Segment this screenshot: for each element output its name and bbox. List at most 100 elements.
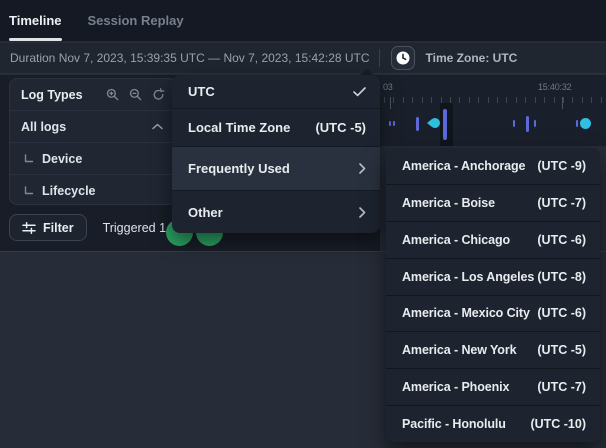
submenu-item-offset: (UTC -5) — [537, 343, 586, 357]
ruler-tick — [554, 97, 555, 103]
menu-item-label: UTC — [188, 84, 353, 99]
ruler-tick — [412, 97, 413, 103]
ruler-major-tick — [562, 97, 563, 109]
ruler-major-tick — [390, 97, 391, 109]
submenu-item-america-los-angeles[interactable]: America - Los Angeles(UTC -8) — [386, 258, 600, 295]
ruler-tick — [506, 97, 507, 103]
ruler-tick — [488, 97, 489, 103]
tab-timeline[interactable]: Timeline — [9, 0, 62, 41]
ruler-tick — [535, 97, 536, 103]
submenu-item-label: America - Mexico City — [402, 306, 537, 320]
clock-icon — [395, 50, 411, 66]
submenu-item-offset: (UTC -8) — [537, 270, 586, 284]
submenu-item-america-new-york[interactable]: America - New York(UTC -5) — [386, 331, 600, 368]
time-label: 15:40:32 — [538, 82, 571, 92]
ruler-tick — [403, 97, 404, 103]
submenu-item-america-anchorage[interactable]: America - Anchorage(UTC -9) — [386, 148, 600, 184]
submenu-item-offset: (UTC -7) — [537, 380, 586, 394]
submenu-item-label: America - Anchorage — [402, 159, 537, 173]
ruler-tick — [572, 97, 573, 103]
log-type-row-all-logs[interactable]: All logs — [10, 110, 176, 142]
timeline-event-dot-m[interactable] — [513, 120, 515, 127]
check-icon — [353, 87, 366, 97]
duration-toolbar: Duration Nov 7, 2023, 15:39:35 UTC — Nov… — [0, 43, 606, 74]
submenu-item-offset: (UTC -6) — [537, 233, 586, 247]
timeline-event-dot-m[interactable] — [534, 120, 536, 127]
menu-item-value: (UTC -5) — [315, 120, 366, 135]
tree-branch-icon — [23, 186, 34, 196]
menu-item-local-time-zone[interactable]: Local Time Zone(UTC -5) — [172, 108, 380, 146]
toolbar-divider — [379, 49, 380, 67]
timeline-event-marker[interactable] — [427, 118, 440, 129]
submenu-item-offset: (UTC -10) — [530, 417, 586, 431]
menu-item-other[interactable]: Other — [172, 190, 380, 233]
submenu-item-label: America - Boise — [402, 196, 537, 210]
submenu-item-offset: (UTC -7) — [537, 196, 586, 210]
ruler-tick — [478, 97, 479, 103]
submenu-item-america-mexico-city[interactable]: America - Mexico City(UTC -6) — [386, 295, 600, 332]
menu-item-utc[interactable]: UTC — [172, 75, 380, 108]
timeline-event-dot-s[interactable] — [393, 121, 395, 126]
reset-zoom-icon[interactable] — [152, 88, 165, 101]
ruler-tick — [393, 97, 394, 103]
timeline-event-bar-tall[interactable] — [443, 109, 447, 140]
log-type-row-lifecycle[interactable]: Lifecycle — [10, 174, 176, 205]
filter-row: Filter Triggered 1 of 4 — [9, 214, 190, 241]
zoom-in-icon[interactable] — [106, 88, 119, 101]
submenu-item-america-phoenix[interactable]: America - Phoenix(UTC -7) — [386, 368, 600, 405]
tab-bar: Timeline Session Replay — [0, 0, 606, 42]
submenu-item-label: America - New York — [402, 343, 537, 357]
filter-icon — [22, 222, 36, 234]
submenu-item-label: America - Chicago — [402, 233, 537, 247]
ruler-tick — [469, 97, 470, 103]
log-type-label: Lifecycle — [42, 184, 165, 198]
filter-button-label: Filter — [43, 221, 74, 235]
timezone-label: Time Zone: UTC — [426, 51, 518, 65]
log-type-label: Device — [42, 152, 165, 166]
timeline-event-bar-s[interactable] — [416, 117, 419, 131]
duration-text: Duration Nov 7, 2023, 15:39:35 UTC — Nov… — [10, 51, 370, 65]
ruler-tick — [563, 97, 564, 103]
time-label: 03 — [383, 82, 393, 92]
log-panel-title: Log Types — [21, 88, 106, 102]
chevron-right-icon — [359, 207, 366, 218]
ruler-tick — [459, 97, 460, 103]
submenu-item-label: America - Los Angeles — [402, 270, 537, 284]
ruler-tick — [422, 97, 423, 103]
timezone-submenu: America - Anchorage(UTC -9)America - Boi… — [386, 148, 600, 442]
timezone-menu: UTC Local Time Zone(UTC -5) Frequently Use… — [172, 75, 380, 233]
ruler-tick — [582, 97, 583, 103]
chevron-up-icon[interactable] — [152, 123, 163, 130]
menu-item-label: Frequently Used — [188, 161, 359, 176]
timeline-event-bar-m[interactable] — [526, 116, 529, 132]
timezone-menu-rows: UTC Local Time Zone(UTC -5) Frequently Use… — [172, 75, 380, 233]
log-type-label: All logs — [21, 120, 152, 134]
tree-branch-icon — [23, 154, 34, 164]
filter-button[interactable]: Filter — [9, 214, 87, 241]
menu-item-label: Local Time Zone — [188, 120, 315, 135]
ruler-tick — [497, 97, 498, 103]
submenu-item-label: Pacific - Honolulu — [402, 417, 530, 431]
timeline-event-dot-s[interactable] — [389, 121, 391, 126]
submenu-item-america-boise[interactable]: America - Boise(UTC -7) — [386, 184, 600, 221]
log-types-panel: Log Types All logs Device Lifecycle — [9, 78, 177, 205]
submenu-item-pacific-honolulu[interactable]: Pacific - Honolulu(UTC -10) — [386, 405, 600, 442]
tab-session-replay[interactable]: Session Replay — [88, 0, 184, 41]
timeline-event-cyan-dot[interactable] — [580, 118, 591, 129]
menu-item-frequently-used[interactable]: Frequently Used — [172, 146, 380, 190]
ruler-tick — [516, 97, 517, 103]
menu-item-label: Other — [188, 205, 359, 220]
zoom-out-icon[interactable] — [129, 88, 142, 101]
ruler-tick — [431, 97, 432, 103]
log-type-row-device[interactable]: Device — [10, 142, 176, 174]
timeline-ruler[interactable]: 03 15:40:32 — [380, 75, 606, 146]
timeline-event-dot-m[interactable] — [576, 120, 578, 127]
submenu-item-offset: (UTC -9) — [537, 159, 586, 173]
log-panel-header: Log Types — [10, 79, 176, 110]
ruler-tick — [601, 97, 602, 103]
submenu-item-america-chicago[interactable]: America - Chicago(UTC -6) — [386, 221, 600, 258]
submenu-item-offset: (UTC -6) — [537, 306, 586, 320]
submenu-item-label: America - Phoenix — [402, 380, 537, 394]
timezone-button[interactable] — [391, 46, 415, 70]
chevron-right-icon — [359, 163, 366, 174]
